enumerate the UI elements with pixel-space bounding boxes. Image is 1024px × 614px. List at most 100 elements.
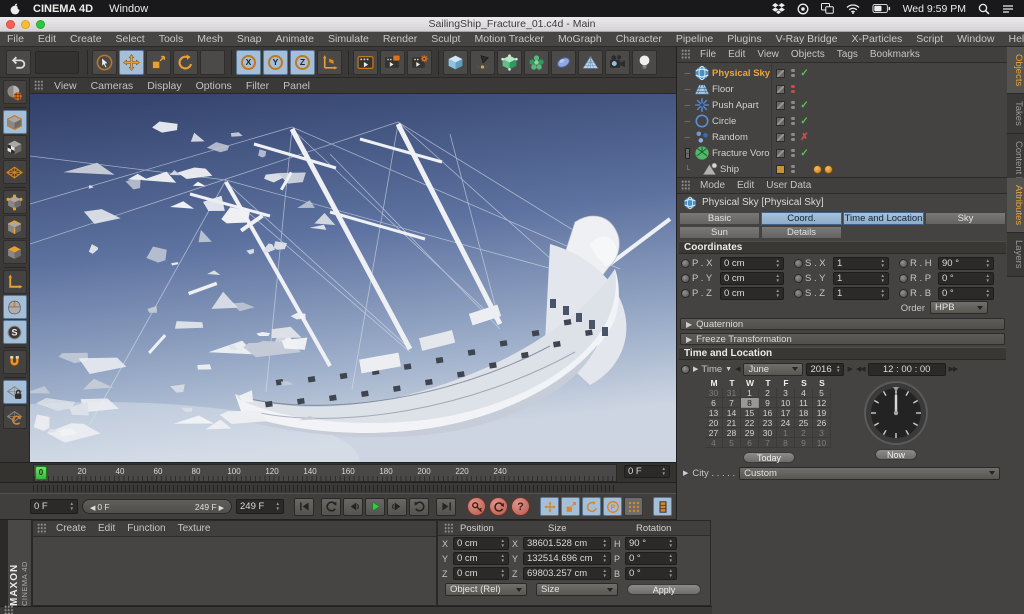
calendar-day[interactable]: 8 bbox=[777, 438, 795, 448]
preview-range-slider[interactable]: 0 F 249 F bbox=[82, 499, 232, 514]
calendar-day[interactable]: 23 bbox=[759, 418, 777, 428]
enable-dots-icon[interactable] bbox=[791, 116, 795, 126]
calendar-day[interactable]: 4 bbox=[705, 438, 723, 448]
rotate-workplane-button[interactable] bbox=[3, 405, 27, 429]
mode-axis-button[interactable] bbox=[3, 270, 27, 294]
viewport-menu-options[interactable]: Options bbox=[189, 80, 239, 92]
object-manager-menu-tags[interactable]: Tags bbox=[831, 49, 864, 60]
layer-square-icon[interactable] bbox=[776, 165, 785, 174]
calendar-day[interactable]: 4 bbox=[795, 388, 813, 398]
position-field-spinner[interactable]: ▲▼ bbox=[774, 259, 780, 268]
workplane-button[interactable] bbox=[3, 160, 27, 184]
render-view-tool-button[interactable] bbox=[353, 50, 378, 75]
calendar-day[interactable]: 9 bbox=[759, 398, 777, 408]
menu-mograph[interactable]: MoGraph bbox=[551, 33, 609, 45]
object-manager-menu-bookmarks[interactable]: Bookmarks bbox=[864, 49, 926, 60]
render-region-tool-button[interactable] bbox=[380, 50, 405, 75]
key-scale-toggle[interactable] bbox=[561, 497, 580, 516]
now-button[interactable]: Now bbox=[875, 449, 917, 460]
axis-x-tool-button[interactable]: X bbox=[236, 50, 261, 75]
calendar-day[interactable]: 18 bbox=[795, 408, 813, 418]
key-position-toggle[interactable] bbox=[540, 497, 559, 516]
menu-simulate[interactable]: Simulate bbox=[321, 33, 376, 45]
calendar-day[interactable]: 1 bbox=[741, 388, 759, 398]
object-row-circle[interactable]: ─Circle✓ bbox=[677, 113, 1008, 129]
calendar-day[interactable]: 28 bbox=[723, 428, 741, 438]
tab-coord[interactable]: Coord. bbox=[761, 212, 842, 225]
wifi-icon[interactable] bbox=[846, 4, 860, 14]
calendar-day[interactable]: 16 bbox=[759, 408, 777, 418]
mode-texture-button[interactable] bbox=[3, 135, 27, 159]
cm-position-field-spinner[interactable]: ▲▼ bbox=[499, 554, 505, 563]
calendar-day[interactable]: 30 bbox=[759, 428, 777, 438]
object-manager-menu-file[interactable]: File bbox=[694, 49, 722, 60]
cm-position-field[interactable]: 0 cm▲▼ bbox=[453, 537, 509, 550]
record-circle[interactable] bbox=[681, 259, 690, 268]
mode-edges-button[interactable] bbox=[3, 215, 27, 239]
cm-size-field[interactable]: 132514.696 cm▲▼ bbox=[523, 552, 611, 565]
calendar-day[interactable]: 10 bbox=[813, 438, 831, 448]
macos-menu-window[interactable]: Window bbox=[109, 3, 148, 15]
menu-window[interactable]: Window bbox=[950, 33, 1001, 45]
notification-center-icon[interactable] bbox=[1002, 4, 1014, 14]
material-list-empty[interactable] bbox=[33, 537, 436, 606]
tab-details[interactable]: Details bbox=[761, 226, 842, 239]
status-ring-icon[interactable] bbox=[797, 3, 809, 15]
menu-snap[interactable]: Snap bbox=[230, 33, 269, 45]
menu-character[interactable]: Character bbox=[609, 33, 669, 45]
menu-bar-clock[interactable]: Wed 9:59 PM bbox=[903, 3, 966, 15]
subdiv-tool-button[interactable] bbox=[497, 50, 522, 75]
mograph-tool-button[interactable] bbox=[524, 50, 549, 75]
material-menu-texture[interactable]: Texture bbox=[172, 523, 217, 534]
time-of-day-field[interactable]: 12 : 00 : 00 bbox=[868, 363, 946, 376]
calendar-day[interactable]: 14 bbox=[723, 408, 741, 418]
current-frame-field[interactable]: 0 F▲▼ bbox=[30, 499, 78, 514]
material-menu-function[interactable]: Function bbox=[121, 523, 171, 534]
city-dropdown[interactable]: Custom bbox=[739, 467, 1000, 480]
position-field-spinner[interactable]: ▲▼ bbox=[774, 289, 780, 298]
calendar-day[interactable]: 5 bbox=[813, 388, 831, 398]
loop-cw-button[interactable] bbox=[409, 498, 429, 516]
timeline-playhead[interactable]: 0 bbox=[35, 466, 47, 480]
calendar-day[interactable]: 25 bbox=[795, 418, 813, 428]
viewport-menu-display[interactable]: Display bbox=[140, 80, 188, 92]
magnet-button[interactable] bbox=[3, 350, 27, 374]
calendar-day[interactable]: 1 bbox=[777, 428, 795, 438]
floorsky-tool-button[interactable] bbox=[578, 50, 603, 75]
enable-dots-icon[interactable] bbox=[791, 68, 795, 78]
snap-button[interactable]: S bbox=[3, 320, 27, 344]
position-field[interactable]: 0 cm▲▼ bbox=[720, 257, 784, 270]
timeline-ruler[interactable]: 0 20406080100120140160180200220240 bbox=[33, 464, 617, 482]
apply-button[interactable]: Apply bbox=[627, 584, 701, 595]
cm-size-field-spinner[interactable]: ▲▼ bbox=[601, 554, 607, 563]
scale-field-spinner[interactable]: ▲▼ bbox=[879, 274, 885, 283]
panel-drag-handle-icon[interactable] bbox=[37, 523, 46, 534]
calendar-day[interactable]: 13 bbox=[705, 408, 723, 418]
mode-points-button[interactable] bbox=[3, 190, 27, 214]
pen-tool-button[interactable] bbox=[470, 50, 495, 75]
cm-rotation-field[interactable]: 0 °▲▼ bbox=[625, 567, 677, 580]
calendar-day[interactable]: 7 bbox=[723, 398, 741, 408]
viewport-menu-filter[interactable]: Filter bbox=[239, 80, 276, 92]
expander-icon[interactable]: - bbox=[685, 148, 690, 159]
coordinate-mode-dropdown[interactable]: Object (Rel) bbox=[445, 583, 527, 596]
scale-field[interactable]: 1▲▼ bbox=[833, 272, 889, 285]
panel-drag-handle-icon[interactable] bbox=[4, 605, 13, 614]
texture-tag-icon[interactable] bbox=[824, 165, 833, 174]
move-tool-button[interactable] bbox=[119, 50, 144, 75]
month-prev-arrow[interactable]: ◀ bbox=[735, 365, 740, 373]
menu-mesh[interactable]: Mesh bbox=[190, 33, 230, 45]
cm-rotation-field-spinner[interactable]: ▲▼ bbox=[667, 539, 673, 548]
object-name[interactable]: Physical Sky bbox=[710, 68, 770, 79]
goto-start-button[interactable] bbox=[294, 498, 314, 516]
object-row-fracture-voronoi[interactable]: -Fracture Voronoi✓ bbox=[677, 145, 1008, 161]
rotation-field[interactable]: 90 °▲▼ bbox=[938, 257, 994, 270]
scale-field[interactable]: 1▲▼ bbox=[833, 287, 889, 300]
menu-animate[interactable]: Animate bbox=[268, 33, 321, 45]
time-record-circle[interactable] bbox=[681, 365, 690, 374]
end-frame-field[interactable]: 249 F▲▼ bbox=[236, 499, 284, 514]
menu-x-particles[interactable]: X-Particles bbox=[845, 33, 910, 45]
axis-move-tool-button[interactable] bbox=[200, 50, 225, 75]
texture-tag-icon[interactable] bbox=[813, 165, 822, 174]
object-name[interactable]: Ship bbox=[718, 164, 770, 175]
